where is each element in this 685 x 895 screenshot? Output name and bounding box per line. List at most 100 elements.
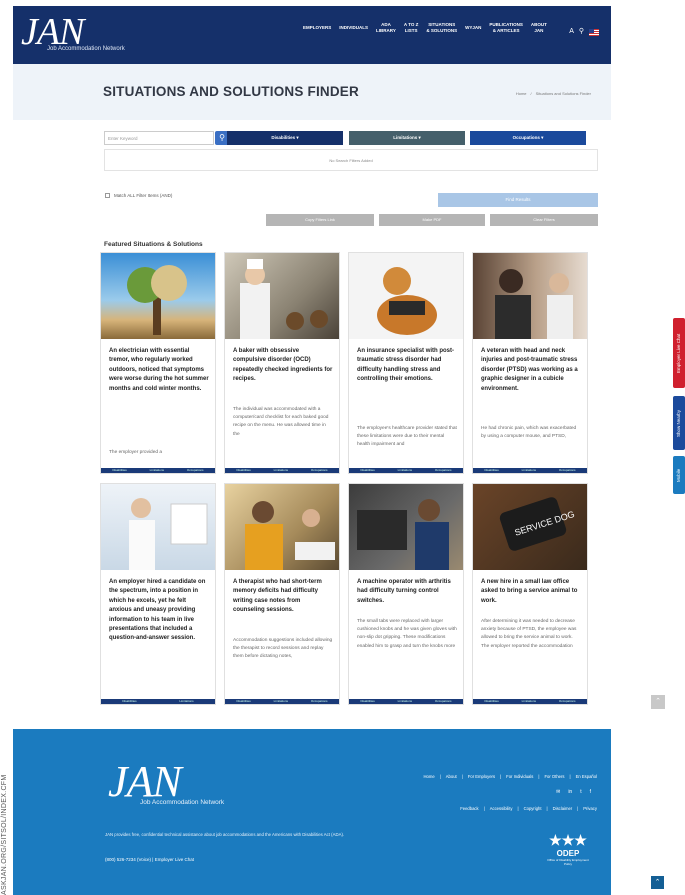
card-title[interactable]: A new hire in a small law office asked t… (481, 578, 581, 606)
situation-card[interactable]: SERVICE DOG A new hire in a small law of… (472, 483, 588, 705)
situation-card[interactable]: A machine operator with arthritis had di… (348, 483, 464, 705)
footer-link-disclaimer[interactable]: Disclaimer (553, 806, 573, 811)
nav-a-to-z[interactable]: A TO Z LISTS (404, 22, 419, 34)
nav-employers[interactable]: EMPLOYERS (303, 25, 331, 31)
nav-situations[interactable]: SITUATIONS & SOLUTIONS (426, 22, 457, 34)
tag-limitations[interactable]: Limitations (398, 468, 412, 473)
tag-occupations[interactable]: Occupations (435, 468, 452, 473)
tag-occupations[interactable]: Occupations (559, 468, 576, 473)
tag-limitations[interactable]: Limitations (179, 699, 193, 704)
tag-occupations[interactable]: Occupations (311, 699, 328, 704)
odep-stars-icon: ★★★ (549, 832, 587, 848)
text-size-icon[interactable]: A (569, 28, 574, 36)
footer-link-individuals[interactable]: For Individuals (506, 774, 533, 779)
scroll-to-top-button[interactable]: ⌃ (651, 695, 665, 709)
situation-card[interactable]: An employer hired a candidate on the spe… (100, 483, 216, 705)
employer-live-chat-tab[interactable]: Employer Live Chat (673, 318, 685, 388)
footer-logo-subtitle: Job Accommodation Network (140, 799, 225, 806)
limitations-dropdown[interactable]: Limitations ▾ (349, 131, 465, 145)
card-title[interactable]: An employer hired a candidate on the spe… (109, 578, 209, 644)
find-results-button[interactable]: Find Results (438, 193, 598, 207)
nav-publications[interactable]: PUBLICATIONS & ARTICLES (489, 22, 522, 34)
page: JAN Job Accommodation Network EMPLOYERS … (13, 6, 611, 895)
footer-link-about[interactable]: About (446, 774, 457, 779)
tag-disabilities[interactable]: Disabilities (484, 699, 498, 704)
tag-limitations[interactable]: Limitations (274, 699, 288, 704)
match-all-option[interactable]: Match ALL Filter Items (AND) (105, 193, 172, 198)
footer-link-privacy[interactable]: Privacy (583, 806, 597, 811)
nav-ada-library[interactable]: ADA LIBRARY (376, 22, 396, 34)
footer-link-accessibility[interactable]: Accessibility (490, 806, 513, 811)
card-description: He had chronic pain, which was exacerbat… (481, 426, 577, 440)
breadcrumb-separator: / (530, 91, 532, 96)
breadcrumb-home[interactable]: Home (516, 91, 527, 96)
nav-wyjan[interactable]: WYJAN (465, 25, 481, 31)
separator: | (483, 806, 485, 811)
tag-disabilities[interactable]: Disabilities (360, 468, 374, 473)
jan-logo[interactable]: JAN Job Accommodation Network (21, 11, 161, 60)
situation-card[interactable]: An electrician with essential tremor, wh… (100, 252, 216, 474)
card-title[interactable]: An insurance specialist with post-trauma… (357, 347, 457, 385)
situation-card[interactable]: A baker with obsessive compulsive disord… (224, 252, 340, 474)
footer-contact[interactable]: (800) 526-7234 (Voice) | Employer Live C… (105, 857, 194, 862)
tag-occupations[interactable]: Occupations (311, 468, 328, 473)
copy-filters-link-button[interactable]: Copy Filters Link (266, 214, 374, 226)
tag-disabilities[interactable]: Disabilities (360, 699, 374, 704)
footer-link-home[interactable]: Home (424, 774, 435, 779)
us-flag-icon[interactable] (589, 28, 599, 36)
footer-logo[interactable]: JAN Job Accommodation Network (108, 759, 224, 807)
email-icon[interactable]: ✉ (556, 789, 560, 795)
card-tag-bar: Disabilities Limitations Occupations (349, 468, 463, 473)
card-title[interactable]: A veteran with head and neck injuries an… (481, 347, 581, 394)
facebook-icon[interactable]: f (590, 789, 591, 795)
match-all-checkbox[interactable] (105, 193, 110, 198)
search-icon: ⚲ (219, 133, 225, 142)
card-title[interactable]: A machine operator with arthritis had di… (357, 578, 457, 606)
occupations-dropdown[interactable]: Occupations ▾ (470, 131, 586, 145)
tag-occupations[interactable]: Occupations (559, 699, 576, 704)
card-title[interactable]: A baker with obsessive compulsive disord… (233, 347, 333, 385)
odep-label: ODEP (556, 849, 580, 858)
tag-disabilities[interactable]: Disabilities (484, 468, 498, 473)
card-tag-bar: Disabilities Limitations Occupations (225, 468, 339, 473)
tag-disabilities[interactable]: Disabilities (112, 468, 126, 473)
nav-individuals[interactable]: INDIVIDUALS (339, 25, 368, 31)
search-icon[interactable]: ⚲ (579, 28, 584, 36)
footer-link-espanol[interactable]: En Español (576, 774, 597, 779)
tag-limitations[interactable]: Limitations (522, 699, 536, 704)
main-nav: EMPLOYERS INDIVIDUALS ADA LIBRARY A TO Z… (303, 22, 547, 34)
tag-limitations[interactable]: Limitations (398, 699, 412, 704)
odep-logo[interactable]: ★★★ ODEP Office of Disability Employment… (546, 831, 590, 883)
tag-disabilities[interactable]: Disabilities (236, 699, 250, 704)
card-description: After determining it was needed to decre… (481, 619, 577, 649)
situation-card[interactable]: An insurance specialist with post-trauma… (348, 252, 464, 474)
nav-about[interactable]: ABOUT JAN (531, 22, 547, 34)
footer-link-copyright[interactable]: Copyright (524, 806, 542, 811)
footer-link-others[interactable]: For Others (544, 774, 564, 779)
situation-card[interactable]: A therapist who had short-term memory de… (224, 483, 340, 705)
twitter-icon[interactable]: t (580, 789, 581, 795)
separator: | (538, 774, 540, 779)
tag-occupations[interactable]: Occupations (435, 699, 452, 704)
tag-occupations[interactable]: Occupations (187, 468, 204, 473)
clear-filters-button[interactable]: Clear Filters (490, 214, 598, 226)
tag-limitations[interactable]: Limitations (150, 468, 164, 473)
machine-operator-illustration (357, 499, 449, 570)
tag-limitations[interactable]: Limitations (522, 468, 536, 473)
linkedin-icon[interactable]: in (568, 789, 572, 795)
footer-link-employers[interactable]: For Employers (468, 774, 495, 779)
card-image-veteran (473, 253, 587, 339)
footer-scroll-top-button[interactable]: ⌃ (651, 876, 664, 889)
situation-card[interactable]: A veteran with head and neck injuries an… (472, 252, 588, 474)
card-title[interactable]: An electrician with essential tremor, wh… (109, 347, 209, 394)
show-nearby-tab[interactable]: Show Nearby (673, 396, 685, 450)
card-title[interactable]: A therapist who had short-term memory de… (233, 578, 333, 616)
tag-disabilities[interactable]: Disabilities (236, 468, 250, 473)
keyword-search-input[interactable]: Enter Keyword (104, 131, 214, 145)
tag-limitations[interactable]: Limitations (274, 468, 288, 473)
footer-link-feedback[interactable]: Feedback (460, 806, 478, 811)
tag-disabilities[interactable]: Disabilities (122, 699, 136, 704)
disabilities-dropdown[interactable]: Disabilities ▾ (227, 131, 343, 145)
make-pdf-button[interactable]: Make PDF (379, 214, 485, 226)
mobile-tab[interactable]: Mobile (673, 456, 685, 494)
